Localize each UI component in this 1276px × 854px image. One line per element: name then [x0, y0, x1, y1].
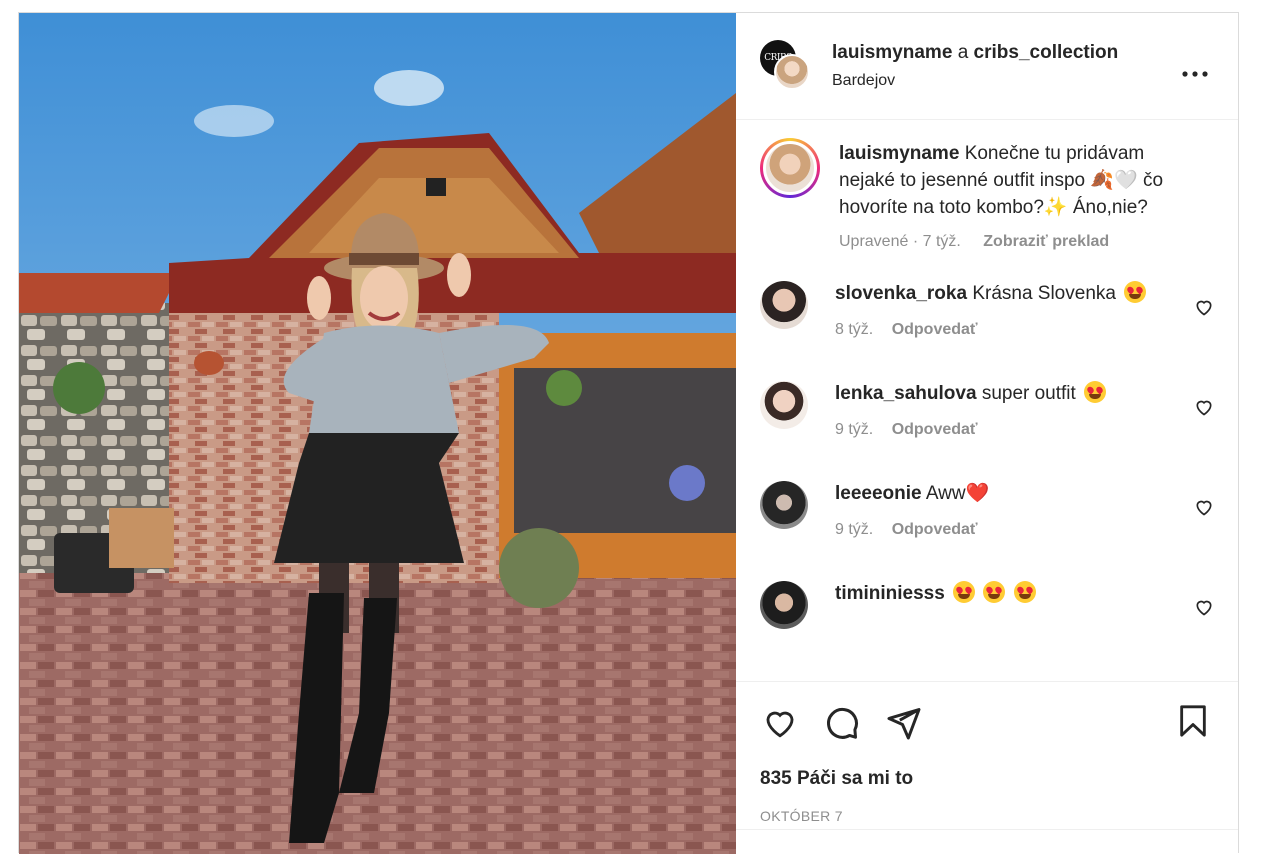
- caption-meta: Upravené · 7 týž. Zobraziť preklad: [839, 233, 1179, 251]
- comment-avatar[interactable]: [760, 481, 808, 529]
- comment-text: Krásna Slovenka: [972, 283, 1116, 304]
- avatar-lauismyname[interactable]: [774, 54, 810, 90]
- comment-time: 9 týž.: [835, 521, 874, 538]
- comment-time: 9 týž.: [835, 421, 874, 438]
- owner-info: lauismyname a cribs_collection Bardejov: [832, 42, 1118, 90]
- more-options-button[interactable]: [1182, 57, 1208, 83]
- comment-meta: 9 týž. Odpovedať: [835, 421, 1106, 439]
- comment-text-block: lenka_sahulova super outfit: [835, 381, 1107, 407]
- speech-bubble-icon: [827, 707, 858, 739]
- save-button[interactable]: [1178, 704, 1208, 743]
- more-dots-icon: [1182, 71, 1208, 77]
- post-actions: 835 Páči sa mi to OKTÓBER 7: [736, 681, 1238, 853]
- like-comment-heart-icon[interactable]: [1194, 597, 1214, 617]
- heart-eyes-emoji: [983, 581, 1006, 603]
- comment-avatar[interactable]: [760, 581, 808, 629]
- like-comment-heart-icon[interactable]: [1194, 297, 1214, 317]
- comment-meta: 8 týž. Odpovedať: [835, 321, 1146, 339]
- owner-names: lauismyname a cribs_collection: [832, 42, 1118, 64]
- comments-section[interactable]: lauismyname Konečne tu pridávam nejaké t…: [736, 120, 1238, 681]
- caption-username[interactable]: lauismyname: [839, 143, 959, 164]
- outfit-photo: [19, 13, 736, 854]
- reply-button[interactable]: Odpovedať: [892, 321, 978, 338]
- caption: lauismyname Konečne tu pridávam nejaké t…: [760, 120, 1214, 251]
- owner-separator: a: [957, 42, 969, 63]
- comment-text: Aww❤️: [925, 483, 990, 504]
- comment-item: lenka_sahulova super outfit 9 týž. Odpov…: [760, 369, 1214, 469]
- post-photo[interactable]: [19, 13, 736, 854]
- likes-count[interactable]: 835 Páči sa mi to: [760, 768, 1214, 790]
- comment-text-block: timininiesss: [835, 581, 1036, 607]
- comment-text-block: slovenka_roka Krásna Slovenka: [835, 281, 1147, 307]
- owner-link-2[interactable]: cribs_collection: [974, 42, 1119, 63]
- reply-button[interactable]: Odpovedať: [892, 421, 978, 438]
- owner-link-1[interactable]: lauismyname: [832, 42, 952, 63]
- comment-username[interactable]: leeeeonie: [835, 483, 922, 504]
- comment-button[interactable]: [822, 703, 862, 743]
- share-button[interactable]: [884, 703, 924, 743]
- caption-avatar[interactable]: [760, 138, 820, 198]
- comment-item: leeeeonie Aww❤️ 9 týž. Odpovedať: [760, 469, 1214, 569]
- collab-avatars[interactable]: CRIBS: [760, 40, 812, 92]
- comment-meta: 9 týž. Odpovedať: [835, 521, 989, 539]
- post-sidebar: CRIBS lauismyname a cribs_collection Bar…: [736, 13, 1238, 853]
- reply-button[interactable]: Odpovedať: [892, 521, 978, 538]
- comment-avatar[interactable]: [760, 281, 808, 329]
- heart-eyes-emoji: [1013, 581, 1036, 603]
- like-comment-heart-icon[interactable]: [1194, 397, 1214, 417]
- comment-text-block: leeeeonie Aww❤️: [835, 481, 989, 507]
- comment-avatar[interactable]: [760, 381, 808, 429]
- action-icons: [760, 682, 1214, 764]
- like-comment-heart-icon[interactable]: [1194, 497, 1214, 517]
- comment-time: 8 týž.: [835, 321, 874, 338]
- add-comment-area[interactable]: [736, 829, 1238, 853]
- heart-eyes-emoji: [1124, 281, 1147, 303]
- heart-eyes-emoji: [1084, 381, 1107, 403]
- comment-username[interactable]: timininiesss: [835, 583, 945, 604]
- translate-link[interactable]: Zobraziť preklad: [983, 233, 1109, 250]
- location-link[interactable]: Bardejov: [832, 72, 1118, 90]
- comment-item: slovenka_roka Krásna Slovenka 8 týž. Odp…: [760, 269, 1214, 369]
- caption-text-block: lauismyname Konečne tu pridávam nejaké t…: [839, 138, 1179, 221]
- caption-edited: Upravené · 7 týž.: [839, 233, 961, 250]
- like-button[interactable]: [760, 703, 800, 743]
- post-date[interactable]: OKTÓBER 7: [760, 808, 1214, 824]
- paper-plane-icon: [887, 708, 921, 740]
- heart-icon: [766, 711, 794, 738]
- heart-eyes-emoji: [953, 581, 976, 603]
- bookmark-icon: [1180, 705, 1206, 737]
- post-dialog: CRIBS lauismyname a cribs_collection Bar…: [18, 12, 1239, 854]
- comment-username[interactable]: slovenka_roka: [835, 283, 967, 304]
- post-header: CRIBS lauismyname a cribs_collection Bar…: [736, 13, 1238, 120]
- comment-item: timininiesss: [760, 569, 1214, 669]
- comment-text: super outfit: [981, 383, 1076, 404]
- comment-username[interactable]: lenka_sahulova: [835, 383, 977, 404]
